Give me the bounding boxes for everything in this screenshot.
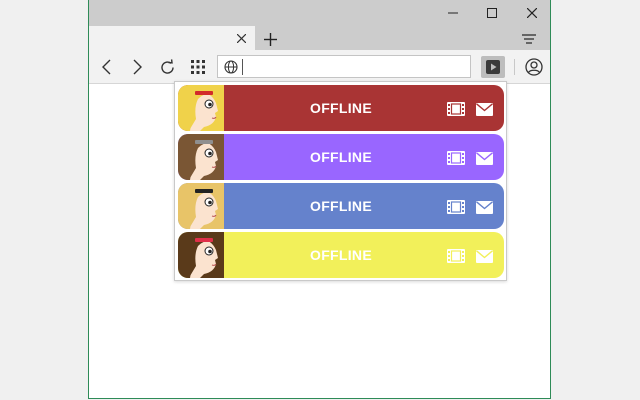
streamer-status: OFFLINE: [310, 149, 372, 165]
globe-icon: [224, 60, 238, 74]
mail-icon[interactable]: [476, 103, 493, 116]
reload-button[interactable]: [156, 56, 178, 78]
apps-icon: [191, 60, 205, 74]
streamer-row[interactable]: OFFLINE: [178, 183, 504, 229]
film-icon[interactable]: [447, 151, 465, 165]
extension-icon: [486, 60, 500, 74]
close-icon: [527, 8, 537, 18]
streamer-row[interactable]: OFFLINE: [178, 232, 504, 278]
address-bar[interactable]: [217, 55, 471, 78]
mail-icon[interactable]: [476, 152, 493, 165]
apps-button[interactable]: [187, 56, 209, 78]
forward-button[interactable]: [127, 56, 149, 78]
extension-popup: OFFLINE OFFLINE OFFLINE OFFLINE: [174, 81, 507, 281]
close-button[interactable]: [509, 0, 550, 26]
tab-close-icon: [236, 33, 246, 43]
streamer-status: OFFLINE: [310, 100, 372, 116]
film-icon[interactable]: [447, 102, 465, 116]
streamer-avatar: [178, 134, 224, 180]
new-tab-button[interactable]: [259, 28, 281, 50]
text-caret: [242, 59, 243, 75]
streamer-avatar: [178, 85, 224, 131]
maximize-icon: [487, 8, 497, 18]
streamer-status: OFFLINE: [310, 247, 372, 263]
tab-menu-button[interactable]: [520, 30, 538, 48]
back-button[interactable]: [95, 56, 117, 78]
streamer-status: OFFLINE: [310, 198, 372, 214]
plus-icon: [263, 32, 277, 46]
film-icon[interactable]: [447, 249, 465, 263]
minimize-icon: [448, 12, 458, 14]
streamer-avatar: [178, 183, 224, 229]
forward-icon: [133, 59, 142, 75]
profile-icon: [525, 58, 543, 76]
back-icon: [102, 59, 111, 75]
tab-close-button[interactable]: [233, 30, 249, 46]
title-bar: [89, 0, 550, 50]
streamer-avatar: [178, 232, 224, 278]
mail-icon[interactable]: [476, 250, 493, 263]
reload-icon: [160, 58, 174, 74]
browser-tab[interactable]: [89, 26, 255, 50]
streamer-row[interactable]: OFFLINE: [178, 85, 504, 131]
extension-button[interactable]: [481, 56, 505, 78]
mail-icon[interactable]: [476, 201, 493, 214]
toolbar-separator: [514, 59, 515, 75]
toolbar: [89, 50, 550, 84]
profile-button[interactable]: [523, 56, 545, 78]
tab-menu-icon: [522, 34, 536, 44]
film-icon[interactable]: [447, 200, 465, 214]
streamer-row[interactable]: OFFLINE: [178, 134, 504, 180]
